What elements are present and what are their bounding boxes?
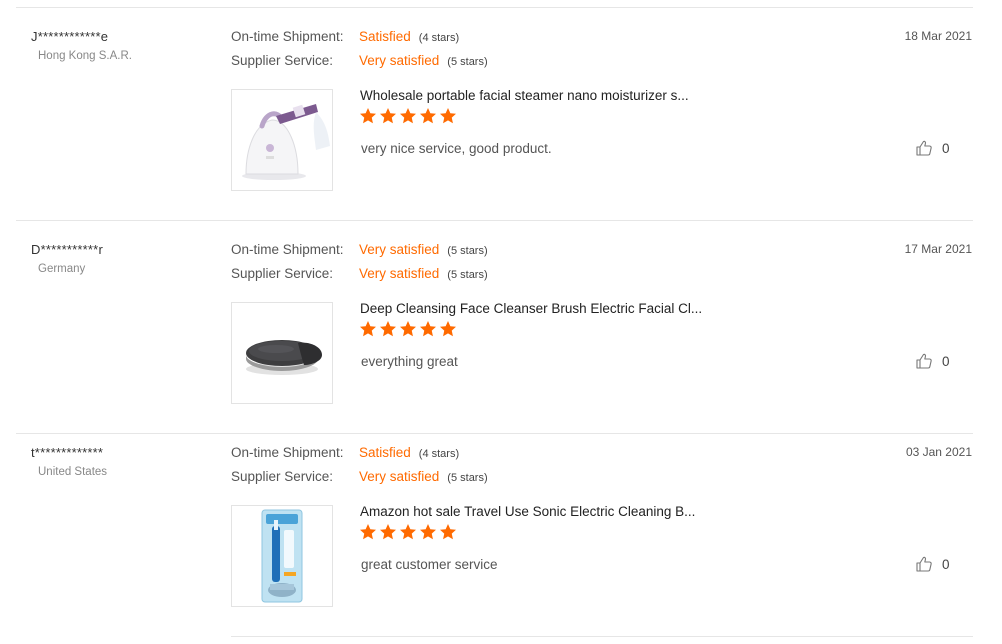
star-icon <box>359 523 377 541</box>
buyer-name: J************e <box>31 29 109 44</box>
review-item: D***********r Germany On-time Shipment: V… <box>0 221 1002 434</box>
review-divider <box>231 636 973 637</box>
thumbs-up-icon <box>915 352 933 370</box>
review-item: J************e Hong Kong S.A.R. On-time … <box>0 8 1002 221</box>
star-icon <box>419 107 437 125</box>
product-title-link[interactable]: Amazon hot sale Travel Use Sonic Electri… <box>360 504 695 519</box>
product-title-link[interactable]: Wholesale portable facial steamer nano m… <box>360 88 689 103</box>
ontime-shipment-label: On-time Shipment: <box>231 242 344 257</box>
ontime-shipment-rating: On-time Shipment: Satisfied (4 stars) <box>231 29 459 44</box>
supplier-service-label: Supplier Service: <box>231 266 334 281</box>
review-comment: everything great <box>361 354 458 369</box>
review-comment: very nice service, good product. <box>361 141 552 156</box>
product-rating-stars <box>359 320 457 342</box>
product-thumbnail[interactable] <box>231 89 333 191</box>
toothbrush-package-image <box>232 506 332 606</box>
star-icon <box>439 320 457 338</box>
supplier-service-label: Supplier Service: <box>231 469 334 484</box>
ontime-shipment-label: On-time Shipment: <box>231 29 344 44</box>
like-count: 0 <box>942 353 950 369</box>
buyer-name: D***********r <box>31 242 103 257</box>
buyer-name: t************* <box>31 445 104 460</box>
buyer-country: United States <box>38 466 108 478</box>
star-icon <box>399 320 417 338</box>
star-icon <box>439 107 457 125</box>
product-thumbnail[interactable] <box>231 505 333 607</box>
star-icon <box>419 320 437 338</box>
ontime-shipment-rating: On-time Shipment: Very satisfied (5 stars) <box>231 242 488 257</box>
review-date: 17 Mar 2021 <box>904 242 972 256</box>
face-cleanser-brush-image <box>232 303 332 403</box>
ontime-shipment-rating: On-time Shipment: Satisfied (4 stars) <box>231 445 459 460</box>
supplier-service-rating: Supplier Service: Very satisfied (5 stars) <box>231 266 488 281</box>
supplier-service-label: Supplier Service: <box>231 53 334 68</box>
buyer-country: Hong Kong S.A.R. <box>38 50 132 62</box>
star-icon <box>359 320 377 338</box>
star-icon <box>379 320 397 338</box>
product-rating-stars <box>359 523 457 545</box>
ontime-shipment-stars: (5 stars) <box>447 245 488 257</box>
ontime-shipment-label: On-time Shipment: <box>231 445 344 460</box>
star-icon <box>379 523 397 541</box>
like-button[interactable]: 0 <box>915 352 950 370</box>
buyer-country: Germany <box>38 263 86 275</box>
star-icon <box>399 523 417 541</box>
like-button[interactable]: 0 <box>915 555 950 573</box>
thumbs-up-icon <box>915 555 933 573</box>
star-icon <box>439 523 457 541</box>
review-item: t************* United States On-time Shi… <box>0 424 1002 637</box>
review-date: 03 Jan 2021 <box>905 445 972 459</box>
supplier-service-stars: (5 stars) <box>447 56 488 68</box>
supplier-service-value: Very satisfied <box>359 53 440 68</box>
facial-steamer-image <box>232 90 332 190</box>
star-icon <box>399 107 417 125</box>
product-thumbnail[interactable] <box>231 302 333 404</box>
review-date: 18 Mar 2021 <box>904 29 972 43</box>
thumbs-up-icon <box>915 139 933 157</box>
product-title-link[interactable]: Deep Cleansing Face Cleanser Brush Elect… <box>360 301 702 316</box>
review-comment: great customer service <box>361 557 498 572</box>
ontime-shipment-value: Very satisfied <box>359 242 440 257</box>
supplier-service-rating: Supplier Service: Very satisfied (5 stars) <box>231 53 488 68</box>
ontime-shipment-stars: (4 stars) <box>418 448 460 460</box>
like-count: 0 <box>942 556 950 572</box>
supplier-service-stars: (5 stars) <box>447 472 488 484</box>
ontime-shipment-stars: (4 stars) <box>418 32 460 44</box>
ontime-shipment-value: Satisfied <box>359 445 411 460</box>
like-count: 0 <box>942 140 950 156</box>
product-rating-stars <box>359 107 457 129</box>
star-icon <box>419 523 437 541</box>
ontime-shipment-value: Satisfied <box>359 29 411 44</box>
supplier-service-rating: Supplier Service: Very satisfied (5 stars) <box>231 469 488 484</box>
supplier-service-value: Very satisfied <box>359 469 440 484</box>
star-icon <box>379 107 397 125</box>
supplier-service-stars: (5 stars) <box>447 269 488 281</box>
supplier-service-value: Very satisfied <box>359 266 440 281</box>
star-icon <box>359 107 377 125</box>
like-button[interactable]: 0 <box>915 139 950 157</box>
